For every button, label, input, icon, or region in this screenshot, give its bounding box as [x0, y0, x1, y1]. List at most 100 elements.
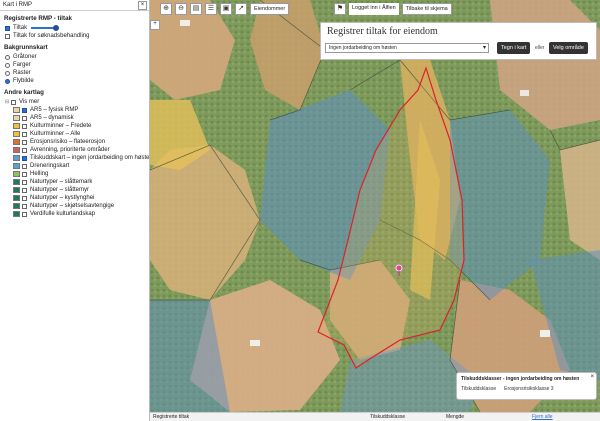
- layer-checkbox[interactable]: [22, 115, 27, 121]
- layer-label: Naturtyper – skjøtselsavtengige: [30, 203, 115, 209]
- rmp-section-title: Registrerte RMP - tiltak: [4, 15, 72, 22]
- basemap-label: Raster: [13, 70, 31, 76]
- print-icon[interactable]: ▣: [220, 3, 232, 15]
- map-toolbar: ⊕ ⊖ ▤ ☰ ▣ ↗ Eiendommer: [160, 3, 290, 17]
- radio-raster[interactable]: [5, 70, 10, 76]
- layer-item[interactable]: Naturtyper – slåttemark: [13, 178, 149, 186]
- opacity-slider[interactable]: [31, 25, 60, 31]
- map-canvas[interactable]: ⊕ ⊖ ▤ ☰ ▣ ↗ Eiendommer + ⚑ Logget inn i …: [150, 0, 600, 412]
- layer-label: Tilskuddskart – ingen jordarbeiding om h…: [30, 155, 150, 161]
- rmp-item-tiltak[interactable]: Tiltak: [5, 24, 149, 32]
- layer-checkbox[interactable]: [22, 123, 27, 129]
- layer-item[interactable]: AR5 – dynamisk: [13, 114, 149, 122]
- collapse-icon[interactable]: ⊟: [5, 99, 10, 105]
- basemap-label: Flybilde: [13, 78, 34, 84]
- layer-checkbox[interactable]: [22, 139, 27, 145]
- layer-item[interactable]: Kulturminner – Alle: [13, 130, 149, 138]
- back-to-form-button[interactable]: Tilbake til skjema: [401, 3, 452, 15]
- layer-checkbox[interactable]: [22, 155, 27, 161]
- legend-swatch-icon: [13, 155, 20, 161]
- sidebar-header: Kart i RMP ×: [0, 0, 149, 11]
- layer-item[interactable]: Tilskuddskart – ingen jordarbeiding om h…: [13, 154, 149, 162]
- layer-label: Naturtyper – slåttemyr: [30, 187, 90, 193]
- layer-label: AR5 – fysisk RMP: [30, 107, 79, 113]
- col-registrerte: Registrerte tiltak: [153, 414, 190, 420]
- layer-checkbox[interactable]: [22, 187, 27, 193]
- layer-label: Kulturminner – Fredete: [30, 123, 92, 129]
- legend-swatch-icon: [13, 123, 20, 129]
- legend-swatch-icon: [13, 187, 20, 193]
- rmp-item-soknad[interactable]: Tiltak for søknadsbehandling: [5, 32, 149, 40]
- rmp-item-label: Tiltak for søknadsbehandling: [13, 33, 90, 39]
- legend-swatch-icon: [13, 115, 20, 121]
- layer-item[interactable]: AR5 – fysisk RMP: [13, 106, 149, 114]
- or-label: eller: [535, 45, 545, 51]
- layer-item[interactable]: Naturtyper – slåttemyr: [13, 186, 149, 194]
- legend-swatch-icon: [13, 163, 20, 169]
- layer-label: Avrenning, prioriterte områder: [30, 147, 110, 153]
- layer-item[interactable]: Verdifulle kulturlandskap: [13, 210, 149, 218]
- zoom-in-side-icon[interactable]: +: [150, 20, 160, 30]
- layer-checkbox[interactable]: [22, 179, 27, 185]
- layer-item[interactable]: Dreneringskart: [13, 162, 149, 170]
- measure-icon[interactable]: ↗: [235, 3, 247, 15]
- layer-checkbox[interactable]: [22, 195, 27, 201]
- legend-swatch-icon: [13, 179, 20, 185]
- measure-select[interactable]: Ingen jordarbeiding om høsten: [325, 43, 489, 53]
- layer-checkbox[interactable]: [22, 131, 27, 137]
- layer-checkbox[interactable]: [22, 211, 27, 217]
- info-popup: × Tilskuddsklasser - ingen jordarbeiding…: [456, 372, 597, 400]
- layer-checkbox[interactable]: [22, 147, 27, 153]
- layer-label: Naturtyper – kystlynghei: [30, 195, 95, 201]
- layer-item[interactable]: Naturtyper – skjøtselsavtengige: [13, 202, 149, 210]
- vis-mer-row[interactable]: ⊟ Vis mer: [5, 98, 149, 106]
- checkbox-soknad[interactable]: [5, 33, 10, 39]
- legend-swatch-icon: [13, 171, 20, 177]
- radio-flybilde[interactable]: [5, 78, 10, 84]
- layer-list: AR5 – fysisk RMP AR5 – dynamisk Kulturminn…: [0, 106, 149, 218]
- list-icon[interactable]: ☰: [205, 3, 217, 15]
- close-icon[interactable]: ×: [138, 1, 147, 10]
- remove-all-link[interactable]: Fjern alle: [532, 414, 553, 420]
- layer-checkbox[interactable]: [22, 171, 27, 177]
- checkbox-vis-mer[interactable]: [11, 99, 16, 105]
- layer-item[interactable]: Naturtyper – kystlynghei: [13, 194, 149, 202]
- legend-swatch-icon: [13, 107, 20, 113]
- sidebar: Kart i RMP × Registrerte RMP - tiltak Ti…: [0, 0, 150, 421]
- layer-item[interactable]: Kulturminner – Fredete: [13, 122, 149, 130]
- popup-close-icon[interactable]: ×: [590, 374, 594, 380]
- draw-in-map-button[interactable]: Tegn i kart: [497, 42, 531, 54]
- basemap-label: Gråtoner: [13, 54, 37, 60]
- layer-item[interactable]: Helling: [13, 170, 149, 178]
- layer-checkbox[interactable]: [22, 163, 27, 169]
- book-icon[interactable]: ▤: [190, 3, 202, 15]
- registered-measures-bar: Registrerte tiltak Tilskuddsklasse Mengd…: [150, 412, 600, 421]
- basemap-option-gratoner[interactable]: Gråtoner: [5, 53, 149, 61]
- zoom-out-icon[interactable]: ⊖: [175, 3, 187, 15]
- basemap-option-raster[interactable]: Raster: [5, 69, 149, 77]
- radio-gratoner[interactable]: [5, 54, 10, 60]
- legend-swatch-icon: [13, 203, 20, 209]
- layer-label: Dreneringskart: [30, 163, 70, 169]
- eiendommer-button[interactable]: Eiendommer: [250, 3, 290, 15]
- layer-checkbox[interactable]: [22, 107, 27, 113]
- basemap-label: Farger: [13, 62, 31, 68]
- layer-item[interactable]: Erosjonsrisiko – flateerosjon: [13, 138, 149, 146]
- legend-swatch-icon: [13, 211, 20, 217]
- basemap-option-farger[interactable]: Farger: [5, 61, 149, 69]
- aerial-map: [150, 0, 600, 412]
- layer-item[interactable]: Avrenning, prioriterte områder: [13, 146, 149, 154]
- logged-in-text: Logget inn i Ålfien: [349, 3, 399, 15]
- layer-label: Kulturminner – Alle: [30, 131, 81, 137]
- layer-checkbox[interactable]: [22, 203, 27, 209]
- andre-section-title: Andre kartlag: [4, 89, 44, 96]
- panel-title: Registrer tiltak for eiendom: [327, 26, 438, 37]
- radio-farger[interactable]: [5, 62, 10, 68]
- basemap-option-flybilde[interactable]: Flybilde: [5, 77, 149, 85]
- legend-swatch-icon: [13, 131, 20, 137]
- layer-label: Helling: [30, 171, 49, 177]
- checkbox-tiltak[interactable]: [5, 25, 10, 31]
- select-area-button[interactable]: Velg område: [549, 42, 588, 54]
- zoom-in-icon[interactable]: ⊕: [160, 3, 172, 15]
- popup-value: Erosjonsrisikoklasse 3: [504, 386, 554, 392]
